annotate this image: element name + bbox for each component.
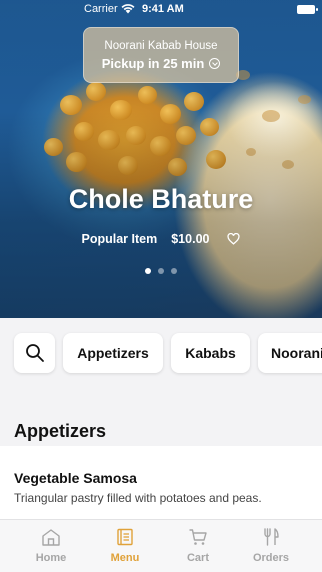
featured-price: $10.00	[171, 232, 210, 246]
tab-menu[interactable]: Menu	[88, 528, 162, 564]
carousel-dot[interactable]	[145, 268, 151, 274]
carrier-label: Carrier	[84, 3, 118, 15]
tab-orders[interactable]: Orders	[234, 528, 308, 564]
pickup-time-label: Pickup in 25 min	[101, 56, 205, 71]
heart-icon[interactable]	[227, 233, 241, 245]
battery-icon	[297, 5, 318, 14]
tab-home[interactable]: Home	[14, 528, 88, 564]
carousel-dot[interactable]	[158, 268, 164, 274]
search-button[interactable]	[14, 333, 55, 373]
search-icon	[26, 344, 44, 362]
category-chip-noorani[interactable]: Noorani	[258, 333, 322, 373]
pickup-time-row: Pickup in 25 min	[84, 56, 238, 71]
chevron-down-icon	[209, 58, 221, 69]
tab-menu-label: Menu	[110, 552, 140, 564]
restaurant-pickup-selector[interactable]: Noorani Kabab House Pickup in 25 min	[83, 27, 239, 83]
section-title: Appetizers	[14, 421, 107, 441]
tab-cart-label: Cart	[186, 552, 209, 564]
menu-item-name: Vegetable Samosa	[14, 470, 137, 486]
clock-label: 9:41 AM	[142, 3, 184, 15]
tab-home-label: Home	[35, 552, 67, 564]
category-bar: Appetizers Kababs Noorani	[0, 318, 322, 390]
status-bar: Carrier 9:41 AM	[0, 0, 322, 20]
carousel-dot[interactable]	[171, 268, 177, 274]
category-chip-appetizers[interactable]: Appetizers	[63, 333, 163, 373]
tab-bar: Home Menu Cart Orders	[0, 519, 322, 572]
featured-dish-meta: Popular Item $10.00	[0, 232, 322, 246]
restaurant-name: Noorani Kabab House	[104, 40, 218, 52]
popular-badge: Popular Item	[81, 232, 158, 246]
carousel-pagination[interactable]	[0, 268, 322, 274]
featured-dish-title: Chole Bhature	[68, 184, 254, 214]
wifi-icon	[121, 4, 135, 14]
menu-item-description: Triangular pastry filled with potatoes a…	[14, 491, 262, 505]
fork-knife-icon	[264, 528, 279, 546]
cart-icon	[189, 529, 207, 545]
tab-orders-label: Orders	[252, 552, 290, 564]
home-icon	[42, 529, 60, 546]
tab-cart[interactable]: Cart	[161, 528, 235, 564]
category-chip-kababs[interactable]: Kababs	[171, 333, 250, 373]
menu-book-icon	[117, 528, 133, 546]
